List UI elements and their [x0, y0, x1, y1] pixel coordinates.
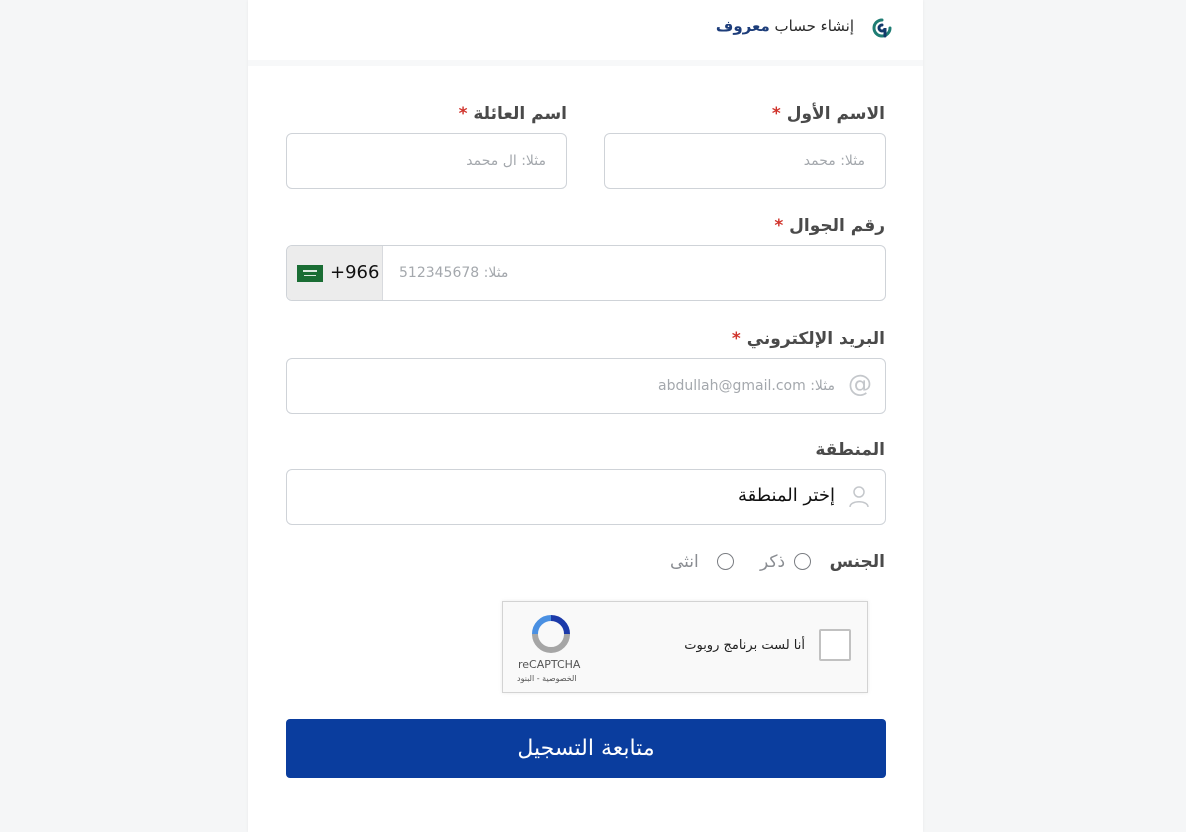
region-label-text: المنطقة [815, 440, 885, 460]
region-label: المنطقة [815, 440, 885, 460]
last-name-input[interactable] [286, 133, 567, 189]
gender-label: الجنس [829, 552, 885, 572]
continue-registration-button[interactable]: متابعة التسجيل [286, 719, 886, 778]
recaptcha-checkbox[interactable] [819, 629, 851, 661]
phone-label: رقم الجوال * [774, 216, 885, 236]
phone-required-mark: * [774, 216, 784, 236]
last-name-label-text: اسم العائلة [473, 104, 567, 124]
email-label-text: البريد الإلكتروني [746, 329, 885, 349]
recaptcha-links[interactable]: الخصوصية - البنود [517, 674, 577, 683]
email-required-mark: * [731, 329, 741, 349]
first-name-required-mark: * [771, 104, 781, 124]
header-title: إنشاء حساب معروف [716, 17, 854, 35]
country-code-selector[interactable]: +966 [287, 246, 383, 300]
header-title-prefix: إنشاء حساب [774, 17, 854, 35]
first-name-label-text: الاسم الأول [786, 104, 885, 124]
phone-field: +966 [286, 245, 886, 301]
gender-female-label[interactable]: انثى [670, 552, 699, 572]
phone-input[interactable] [383, 246, 885, 300]
registration-card: إنشاء حساب معروف الاسم الأول * اسم العائ… [248, 0, 923, 832]
recaptcha-text: أنا لست برنامج روبوت [684, 638, 805, 653]
recaptcha-widget: أنا لست برنامج روبوت reCAPTCHA الخصوصية … [502, 601, 868, 693]
email-label: البريد الإلكتروني * [732, 329, 885, 349]
brand-name: معروف [715, 17, 770, 35]
maroof-logo-icon [872, 18, 892, 38]
header: إنشاء حساب معروف [248, 0, 923, 66]
phone-label-text: رقم الجوال [789, 216, 885, 236]
first-name-label: الاسم الأول * [772, 104, 885, 124]
gender-male-radio[interactable] [794, 553, 811, 570]
saudi-flag-icon [297, 265, 323, 282]
at-sign-icon: @ [848, 370, 872, 398]
recaptcha-brand: reCAPTCHA [518, 658, 581, 671]
country-code: +966 [330, 262, 380, 283]
last-name-label: اسم العائلة * [459, 104, 567, 124]
email-input[interactable] [286, 358, 886, 414]
gender-male-label[interactable]: ذكر [760, 552, 785, 572]
region-select[interactable]: إختر المنطقة [286, 469, 886, 525]
email-field: @ [286, 358, 886, 414]
first-name-input[interactable] [604, 133, 886, 189]
user-icon [849, 486, 869, 508]
region-select-value: إختر المنطقة [737, 485, 835, 506]
recaptcha-logo-icon [532, 615, 570, 653]
last-name-required-mark: * [458, 104, 468, 124]
gender-female-radio[interactable] [717, 553, 734, 570]
